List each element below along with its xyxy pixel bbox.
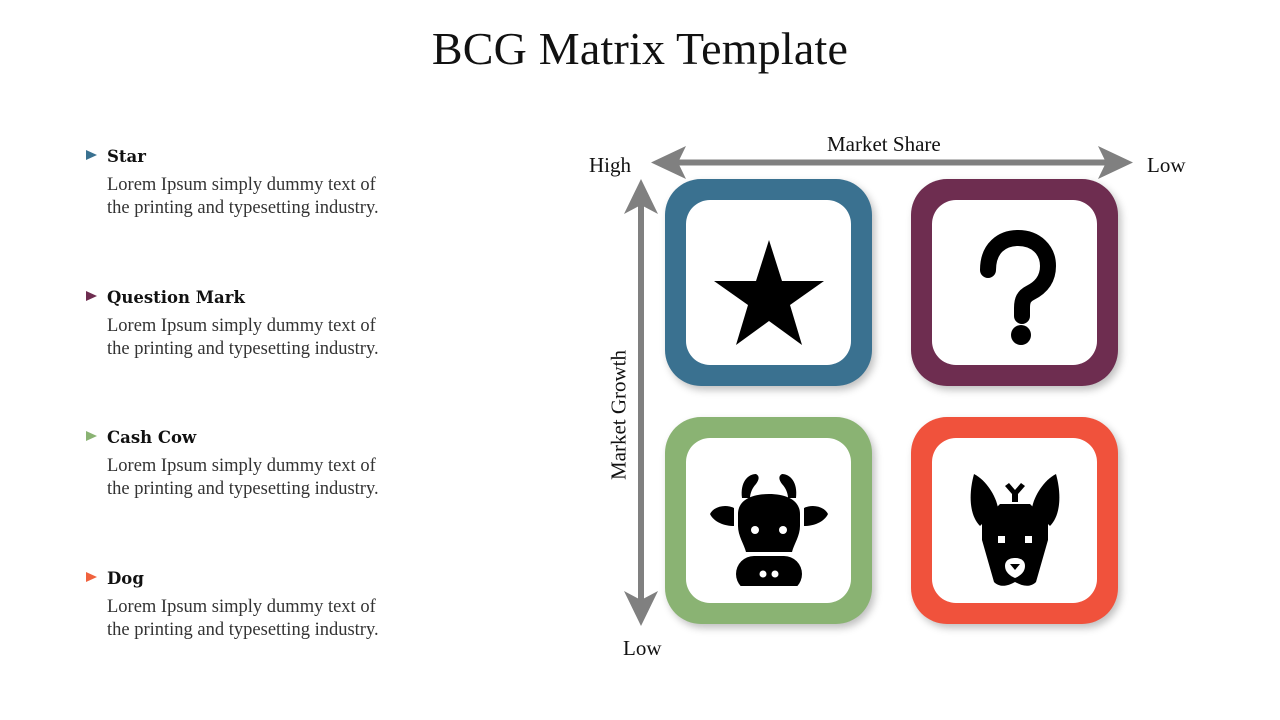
- quadrant-cash-cow: [665, 417, 872, 624]
- page-title: BCG Matrix Template: [431, 23, 849, 74]
- legend-title: Cash Cow: [107, 427, 197, 447]
- star-icon: [713, 239, 824, 345]
- question-mark-icon: [979, 229, 1056, 345]
- legend-description: Lorem Ipsum simply dummy text of the pri…: [107, 455, 446, 501]
- legend-description: Lorem Ipsum simply dummy text of the pri…: [107, 596, 446, 642]
- axis-label-low-horizontal: Low: [1147, 153, 1186, 177]
- legend-description: Lorem Ipsum simply dummy text of the pri…: [107, 174, 446, 220]
- axis-label-high: High: [589, 153, 631, 177]
- legend-title: Question Mark: [107, 287, 245, 307]
- legend-title: Star: [107, 146, 146, 166]
- cow-icon: [709, 473, 828, 586]
- legend-item-dog: Dog Lorem Ipsum simply dummy text of the…: [86, 567, 446, 642]
- legend-description-line: Lorem Ipsum simply dummy text of: [107, 456, 376, 476]
- legend-description: Lorem Ipsum simply dummy text of the pri…: [107, 315, 446, 361]
- quadrant-dog: [911, 417, 1118, 624]
- quadrant-icon-box: [932, 438, 1097, 603]
- quadrant-icon-box: [686, 438, 851, 603]
- legend-item-cash-cow: Cash Cow Lorem Ipsum simply dummy text o…: [86, 426, 446, 501]
- bullet-triangle-icon: [86, 431, 97, 441]
- legend-item-question-mark: Question Mark Lorem Ipsum simply dummy t…: [86, 286, 446, 361]
- bullet-triangle-icon: [86, 291, 97, 301]
- legend-description-line: the printing and typesetting industry.: [107, 479, 379, 499]
- quadrant-icon-box: [686, 200, 851, 365]
- legend-description-line: Lorem Ipsum simply dummy text of: [107, 175, 376, 195]
- legend-description-line: the printing and typesetting industry.: [107, 620, 379, 640]
- dog-icon: [970, 473, 1059, 586]
- axis-label-low-vertical: Low: [623, 636, 662, 660]
- quadrant-question-mark: [911, 179, 1118, 386]
- legend-title: Dog: [107, 568, 144, 588]
- legend-item-star: Star Lorem Ipsum simply dummy text of th…: [86, 145, 446, 220]
- axis-title-market-growth: Market Growth: [606, 349, 631, 481]
- legend-description-line: Lorem Ipsum simply dummy text of: [107, 597, 376, 617]
- bullet-triangle-icon: [86, 150, 97, 160]
- legend-description-line: the printing and typesetting industry.: [107, 339, 379, 359]
- legend-description-line: Lorem Ipsum simply dummy text of: [107, 316, 376, 336]
- quadrant-icon-box: [932, 200, 1097, 365]
- bullet-triangle-icon: [86, 572, 97, 582]
- axis-title-market-share: Market Share: [827, 132, 941, 156]
- quadrant-star: [665, 179, 872, 386]
- legend-description-line: the printing and typesetting industry.: [107, 198, 379, 218]
